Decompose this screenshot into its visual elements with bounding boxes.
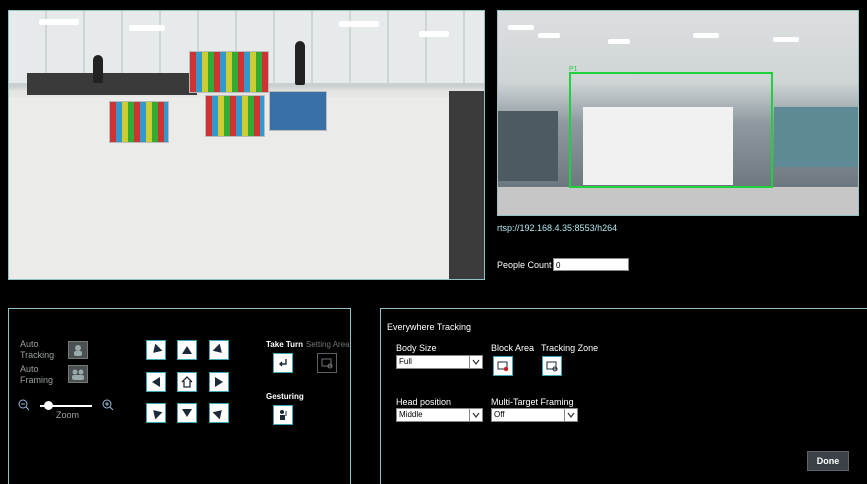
arrow-up-icon	[182, 346, 192, 354]
tracking-box-label: P1	[569, 66, 578, 73]
pan-up-left-button[interactable]	[146, 340, 166, 360]
person	[93, 55, 103, 83]
tracking-zone-label: Tracking Zone	[541, 343, 599, 353]
people-count-field[interactable]: 0	[553, 258, 629, 271]
zoom-out-icon[interactable]	[18, 399, 30, 413]
arrow-up-right-icon	[212, 343, 226, 357]
zoom-in-icon[interactable]	[102, 399, 114, 413]
setting-area-label: Setting Area	[306, 340, 350, 349]
arrow-up-left-icon	[149, 343, 163, 357]
chevron-down-icon	[564, 409, 577, 421]
return-icon	[279, 359, 287, 367]
pan-left-button[interactable]	[146, 372, 166, 392]
block-area-button[interactable]	[493, 356, 513, 376]
poster	[269, 91, 327, 131]
camera-control-panel: Auto Tracking Auto Framing Zoom Take Tur…	[8, 308, 351, 484]
tracking-zone-button[interactable]	[542, 356, 562, 376]
setting-area-button[interactable]	[317, 353, 337, 373]
auto-tracking-button[interactable]	[68, 341, 88, 359]
take-turn-button[interactable]	[273, 353, 293, 373]
take-turn-label: Take Turn	[266, 340, 304, 349]
arrow-right-icon	[215, 377, 223, 387]
body-size-label: Body Size	[396, 343, 437, 353]
desk	[774, 107, 858, 167]
arrow-down-left-icon	[149, 406, 163, 420]
auto-framing-label: Auto Framing	[20, 364, 54, 385]
stream-url: rtsp://192.168.4.35:8553/h264	[497, 223, 618, 233]
zoom-slider-handle[interactable]	[44, 401, 53, 410]
ceiling-light	[538, 33, 560, 38]
main-camera-view	[8, 10, 485, 280]
head-position-label: Head position	[396, 397, 452, 407]
ceiling-light	[39, 19, 79, 25]
done-button[interactable]: Done	[807, 451, 849, 471]
pan-down-right-button[interactable]	[209, 403, 229, 423]
block-area-icon	[497, 361, 509, 372]
arrow-down-icon	[182, 409, 192, 417]
tracking-title: Everywhere Tracking	[387, 322, 472, 332]
home-icon	[181, 376, 193, 388]
body-size-select[interactable]: Full	[396, 355, 483, 369]
multi-target-select[interactable]: Off	[491, 408, 578, 422]
ceiling-light	[693, 33, 719, 38]
ceiling-light	[508, 25, 534, 30]
block-area-label: Block Area	[491, 343, 535, 353]
home-button[interactable]	[177, 372, 197, 392]
tracking-icon	[74, 345, 82, 356]
pan-down-left-button[interactable]	[146, 403, 166, 423]
pan-up-button[interactable]	[177, 340, 197, 360]
arrow-down-right-icon	[212, 406, 226, 420]
pan-right-button[interactable]	[209, 372, 229, 392]
ceiling-light	[608, 39, 630, 44]
area-icon	[321, 358, 333, 369]
gesture-icon	[280, 410, 287, 420]
ceiling-light	[339, 21, 379, 27]
head-position-value: Middle	[399, 410, 423, 419]
test-chart	[205, 95, 265, 137]
tracking-settings-panel: Everywhere Tracking Body Size Full Block…	[380, 308, 867, 484]
auto-framing-button[interactable]	[68, 365, 88, 383]
chevron-down-icon	[469, 356, 482, 368]
cabinet	[27, 73, 197, 95]
gesturing-button[interactable]	[273, 405, 293, 425]
ceiling-light	[773, 37, 799, 42]
framing-icon	[72, 369, 84, 380]
head-position-select[interactable]: Middle	[396, 408, 483, 422]
body-size-value: Full	[399, 357, 412, 366]
arrow-left-icon	[152, 377, 160, 387]
desk	[498, 111, 558, 181]
test-chart	[189, 51, 269, 93]
people-count-label: People Count	[497, 260, 552, 270]
ceiling-light	[419, 31, 449, 37]
zoom-label: Zoom	[56, 410, 80, 420]
pan-down-button[interactable]	[177, 403, 197, 423]
pan-up-right-button[interactable]	[209, 340, 229, 360]
tracking-box: P1	[569, 66, 773, 188]
gesturing-label: Gesturing	[266, 392, 304, 401]
auto-tracking-label: Auto Tracking	[20, 339, 55, 360]
ceiling-light	[129, 25, 165, 31]
chevron-down-icon	[469, 409, 482, 421]
person	[295, 41, 305, 85]
multi-target-label: Multi-Target Framing	[491, 397, 574, 407]
test-chart	[109, 101, 169, 143]
floor	[498, 187, 858, 215]
tracking-zone-icon	[546, 361, 558, 372]
multi-target-value: Off	[494, 410, 505, 419]
office-partition	[449, 91, 484, 279]
tracking-preview: P1	[497, 10, 859, 216]
